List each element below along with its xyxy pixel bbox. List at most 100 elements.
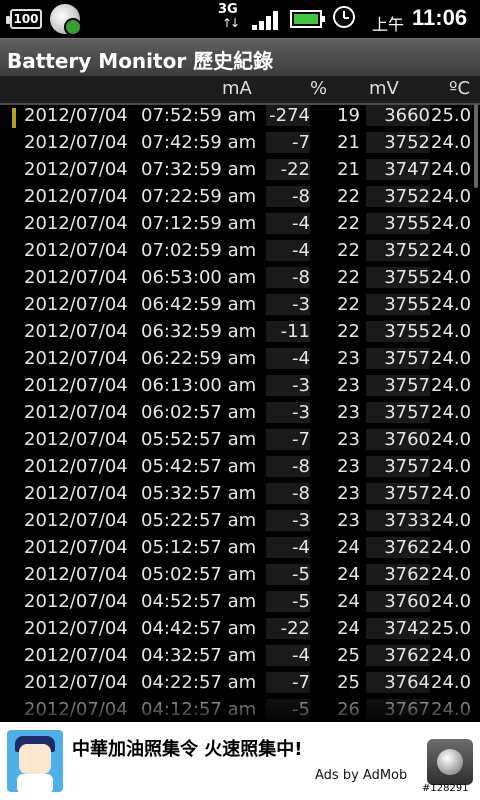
row-temp: 24.0 [431,294,472,315]
row-ma: -274 [266,105,310,126]
row-percent: 19 [337,105,360,126]
row-ma: -3 [266,510,310,531]
row-mv: 3760 [366,429,430,450]
list-item[interactable]: 2012/07/04 04:32:57 am -4 25 3762 24.0 [0,643,480,670]
list-item[interactable]: 2012/07/04 05:02:57 am -5 24 3762 24.0 [0,562,480,589]
list-item[interactable]: 2012/07/04 06:22:59 am -4 23 3757 24.0 [0,346,480,373]
row-temp: 24.0 [431,537,472,558]
row-mv: 3752 [366,132,430,153]
row-percent: 22 [337,213,360,234]
ad-image[interactable] [7,730,63,792]
row-percent: 21 [337,132,360,153]
column-ma: mA [222,78,252,99]
row-ma: -4 [266,645,310,666]
row-ma: -11 [266,321,310,342]
row-date: 2012/07/04 [24,537,128,558]
list-item[interactable]: 2012/07/04 07:22:59 am -8 22 3752 24.0 [0,184,480,211]
row-date: 2012/07/04 [24,483,128,504]
row-temp: 24.0 [431,267,472,288]
column-header: mA % mV ºC [0,76,480,105]
row-percent: 23 [337,429,360,450]
watermark: #128291 [422,783,469,794]
list-item[interactable]: 2012/07/04 04:52:57 am -5 24 3760 24.0 [0,589,480,616]
list-item[interactable]: 2012/07/04 06:02:57 am -3 23 3757 24.0 [0,400,480,427]
row-date: 2012/07/04 [24,402,128,423]
list-item[interactable]: 2012/07/04 06:42:59 am -3 22 3755 24.0 [0,292,480,319]
row-ma: -4 [266,213,310,234]
list-item[interactable]: 2012/07/04 05:42:57 am -8 23 3757 24.0 [0,454,480,481]
sync-notification-icon [50,4,82,36]
row-temp: 24.0 [431,159,472,180]
row-date: 2012/07/04 [24,132,128,153]
row-date: 2012/07/04 [24,321,128,342]
list-item[interactable]: 2012/07/04 04:22:57 am -7 25 3764 24.0 [0,670,480,697]
row-time: 07:32:59 am [141,159,257,180]
list-item[interactable]: 2012/07/04 05:32:57 am -8 23 3757 24.0 [0,481,480,508]
scrollbar[interactable] [474,104,478,188]
row-time: 04:42:57 am [141,618,257,639]
row-time: 07:42:59 am [141,132,257,153]
row-mv: 3757 [366,456,430,477]
row-ma: -4 [266,537,310,558]
row-mv: 3747 [366,159,430,180]
row-time: 05:02:57 am [141,564,257,585]
row-mv: 3733 [366,510,430,531]
row-percent: 24 [337,564,360,585]
list-item[interactable]: 2012/07/04 05:22:57 am -3 23 3733 24.0 [0,508,480,535]
row-date: 2012/07/04 [24,267,128,288]
row-time: 04:22:57 am [141,672,257,693]
row-temp: 24.0 [431,483,472,504]
row-time: 05:52:57 am [141,429,257,450]
row-time: 06:22:59 am [141,348,257,369]
list-item[interactable]: 2012/07/04 05:12:57 am -4 24 3762 24.0 [0,535,480,562]
row-percent: 21 [337,159,360,180]
list-item[interactable]: 2012/07/04 07:02:59 am -4 22 3752 24.0 [0,238,480,265]
row-percent: 26 [337,699,360,720]
ad-text[interactable]: 中華加油照集令 火速照集中! [72,735,302,761]
row-percent: 24 [337,591,360,612]
network-type-label: 3G [218,2,238,17]
list-item[interactable]: 2012/07/04 06:13:00 am -3 23 3757 24.0 [0,373,480,400]
row-mv: 3660 [366,105,430,126]
list-item[interactable]: 2012/07/04 05:52:57 am -7 23 3760 24.0 [0,427,480,454]
row-percent: 25 [337,672,360,693]
list-item[interactable]: 2012/07/04 04:42:57 am -22 24 3742 25.0 [0,616,480,643]
battery-icon [290,10,325,28]
row-mv: 3762 [366,537,430,558]
list-item[interactable]: 2012/07/04 06:32:59 am -11 22 3755 24.0 [0,319,480,346]
row-mv: 3755 [366,213,430,234]
row-mv: 3755 [366,321,430,342]
list-item[interactable]: 2012/07/04 07:32:59 am -22 21 3747 24.0 [0,157,480,184]
row-date: 2012/07/04 [24,429,128,450]
row-temp: 24.0 [431,429,472,450]
ad-banner[interactable]: 中華加油照集令 火速照集中! Ads by AdMob [0,722,480,800]
row-date: 2012/07/04 [24,294,128,315]
row-date: 2012/07/04 [24,159,128,180]
list-item[interactable]: 2012/07/04 06:53:00 am -8 22 3755 24.0 [0,265,480,292]
row-mv: 3757 [366,402,430,423]
row-time: 06:32:59 am [141,321,257,342]
row-ma: -8 [266,483,310,504]
row-ma: -22 [266,618,310,639]
row-date: 2012/07/04 [24,456,128,477]
row-time: 07:02:59 am [141,240,257,261]
history-list[interactable]: 2012/07/04 07:52:59 am -274 19 3660 25.0 2012/… [0,103,480,721]
row-time: 04:52:57 am [141,591,257,612]
list-item[interactable]: 2012/07/04 04:12:57 am -5 26 3767 24.0 [0,697,480,721]
row-time: 06:13:00 am [141,375,257,396]
list-item[interactable]: 2012/07/04 07:52:59 am -274 19 3660 25.0 [0,103,480,130]
row-mv: 3767 [366,699,430,720]
row-percent: 23 [337,348,360,369]
list-item[interactable]: 2012/07/04 07:42:59 am -7 21 3752 24.0 [0,130,480,157]
row-time: 04:12:57 am [141,699,257,720]
row-mv: 3764 [366,672,430,693]
list-item[interactable]: 2012/07/04 07:12:59 am -4 22 3755 24.0 [0,211,480,238]
row-percent: 22 [337,240,360,261]
row-ma: -5 [266,699,310,720]
data-activity-icon: ↑↓ [222,16,240,30]
row-ma: -4 [266,240,310,261]
ad-open-button[interactable] [427,739,473,785]
row-temp: 24.0 [431,240,472,261]
row-date: 2012/07/04 [24,510,128,531]
row-time: 07:52:59 am [141,105,257,126]
